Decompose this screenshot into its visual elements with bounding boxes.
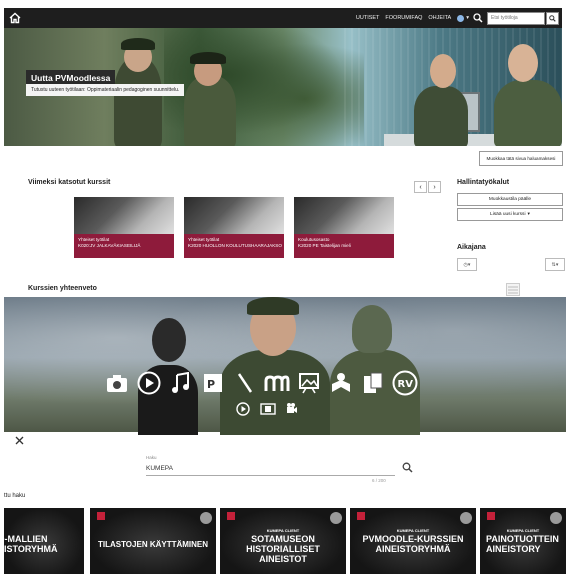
course-card-category: Koulutusosasto <box>298 237 330 242</box>
film-strip-icon[interactable] <box>260 402 276 416</box>
hero-subtitle[interactable]: Tutustu uuteen työtilaan: Oppimateriaali… <box>26 84 185 96</box>
timeline-sort-button[interactable]: ⇅ ▾ <box>545 258 565 271</box>
workspace-search-input[interactable] <box>487 11 545 25</box>
recent-courses-title: Viimeksi katsotut kurssit <box>28 179 111 186</box>
svg-text:RV: RV <box>398 379 414 390</box>
language-selector[interactable]: ▾ <box>457 14 469 22</box>
course-card-name[interactable]: K020:JV JALKAVÄKIASEILIJÄ <box>74 242 174 248</box>
course-card[interactable]: Yhteiset työtilat K2020 HUOLLON KOULUTUS… <box>184 197 284 258</box>
result-tile-kicker: KUMEPA CLIENT <box>506 528 540 533</box>
caret-down-icon: ▾ <box>467 261 471 268</box>
media-type-icons: P RV <box>104 370 418 396</box>
nav-link-help[interactable]: OHJEITA <box>428 15 451 21</box>
course-overview-title: Kurssien yhteenveto <box>28 285 97 292</box>
kumepa-badge-icon <box>97 512 105 520</box>
caret-down-icon: ▾ <box>527 212 530 217</box>
course-card-name[interactable]: K2020 HUOLLON KOULUTUSHAARAJAKSO <box>184 242 284 248</box>
overview-figure-helmet <box>247 297 299 315</box>
workspace-search-button[interactable] <box>546 11 559 25</box>
result-tile[interactable]: D-MALLIEN EISTORYHMÄ <box>4 508 84 574</box>
reader-icon[interactable] <box>328 370 354 396</box>
chevron-left-icon: ‹ <box>419 183 422 191</box>
course-card-image <box>294 197 394 234</box>
course-card-name[interactable]: K2020 PE Taistelijan mieli <box>294 242 394 248</box>
result-tile[interactable]: TILASTOJEN KÄYTTÄMINEN <box>90 508 216 574</box>
media-search-input[interactable] <box>146 462 395 476</box>
select-circle-icon[interactable] <box>330 512 342 524</box>
kumepa-badge-icon <box>357 512 365 520</box>
result-tile-title: D-MALLIEN EISTORYHMÄ <box>4 534 58 554</box>
customize-page-button[interactable]: Muokkaa tätä sivua haluamaksesi <box>479 151 563 166</box>
admin-tools-title: Hallintatyökalut <box>457 179 510 186</box>
recent-next-button[interactable]: › <box>428 181 441 193</box>
search-icon[interactable] <box>473 13 483 23</box>
hero-soldier-face <box>508 44 538 82</box>
select-circle-icon[interactable] <box>200 512 212 524</box>
result-tile-kicker: KUMEPA CLIENT <box>266 528 300 533</box>
nav-link-news[interactable]: UUTISET <box>356 15 380 21</box>
select-circle-icon[interactable] <box>460 512 472 524</box>
result-tile-title: PVMOODLE-KURSSIEN AINEISTORYHMÄ <box>362 534 464 554</box>
moodle-m-icon[interactable] <box>264 370 290 396</box>
result-tile[interactable]: KUMEPA CLIENT SOTAMUSEON HISTORIALLISET … <box>220 508 346 574</box>
timeline-title: Aikajana <box>457 244 486 251</box>
media-type-icons-secondary <box>236 402 298 416</box>
hero-soldier-figure <box>414 86 468 146</box>
course-card-category: Yhteiset työtilat <box>78 237 110 242</box>
overview-figure-helmet <box>352 305 392 353</box>
chevron-right-icon: › <box>433 183 436 191</box>
select-circle-icon[interactable] <box>550 512 562 524</box>
hero-soldier-figure <box>184 76 236 146</box>
search-character-count: 6 / 200 <box>372 478 386 483</box>
globe-icon <box>457 14 465 22</box>
play-video-icon[interactable] <box>236 402 250 416</box>
svg-text:P: P <box>207 378 215 391</box>
course-card[interactable]: Koulutusosasto K2020 PE Taistelijan miel… <box>294 197 394 258</box>
hero-soldier-figure <box>494 80 562 146</box>
home-icon[interactable] <box>8 11 22 25</box>
result-tile-title: SOTAMUSEON HISTORIALLISET AINEISTOT <box>246 534 320 564</box>
timeline-filter-button[interactable]: ◷ ▾ <box>457 258 477 271</box>
grid-view-icon[interactable] <box>506 283 520 296</box>
hero-soldier-cap <box>121 38 155 50</box>
add-course-button[interactable]: Lisää uusi kurssi ▾ <box>457 208 563 221</box>
search-icon[interactable] <box>402 462 413 473</box>
close-icon[interactable] <box>14 435 25 446</box>
search-field-label: Haku <box>146 455 157 460</box>
result-tile-title: PAINOTUOTTEIN AINEISTORY <box>486 534 559 554</box>
add-course-label: Lisää uusi kurssi <box>490 212 526 217</box>
hero-banner[interactable]: Uutta PVMoodlessa Tutustu uuteen työtila… <box>4 28 562 146</box>
edit-mode-on-button[interactable]: Muokkaustila päälle <box>457 193 563 206</box>
result-tile[interactable]: KUMEPA CLIENT PAINOTUOTTEIN AINEISTORY <box>480 508 566 574</box>
music-note-icon[interactable] <box>168 370 194 396</box>
search-icon <box>549 14 556 22</box>
recent-prev-button[interactable]: ‹ <box>414 181 427 193</box>
course-card-image <box>184 197 284 234</box>
overview-figure-head <box>152 318 186 362</box>
search-results-label: ttu haku <box>4 493 26 499</box>
course-card[interactable]: Yhteiset työtilat K020:JV JALKAVÄKIASEIL… <box>74 197 174 258</box>
kumepa-badge-icon <box>487 512 495 520</box>
caret-down-icon: ▾ <box>555 261 559 268</box>
result-tile-title: TILASTOJEN KÄYTTÄMINEN <box>97 540 209 549</box>
pencil-icon[interactable] <box>232 370 258 396</box>
nav-link-forum-faq[interactable]: FOORUMIFAQ <box>385 15 422 21</box>
play-video-icon[interactable] <box>136 370 162 396</box>
caret-down-icon: ▾ <box>466 15 469 21</box>
result-tile-kicker: KUMEPA CLIENT <box>396 528 430 533</box>
image-frame-icon[interactable] <box>296 370 322 396</box>
result-tile[interactable]: KUMEPA CLIENT PVMOODLE-KURSSIEN AINEISTO… <box>350 508 476 574</box>
hero-soldier-face <box>430 54 456 88</box>
hero-soldier-cap <box>190 52 226 64</box>
rv-icon[interactable]: RV <box>392 370 418 396</box>
kumepa-badge-icon <box>227 512 235 520</box>
top-navbar: UUTISET FOORUMIFAQ OHJEITA ▾ <box>4 8 562 28</box>
presentation-icon[interactable]: P <box>200 370 226 396</box>
course-card-image <box>74 197 174 234</box>
course-card-category: Yhteiset työtilat <box>188 237 220 242</box>
video-camera-icon[interactable] <box>286 402 298 416</box>
camera-icon[interactable] <box>104 370 130 396</box>
document-stack-icon[interactable] <box>360 370 386 396</box>
